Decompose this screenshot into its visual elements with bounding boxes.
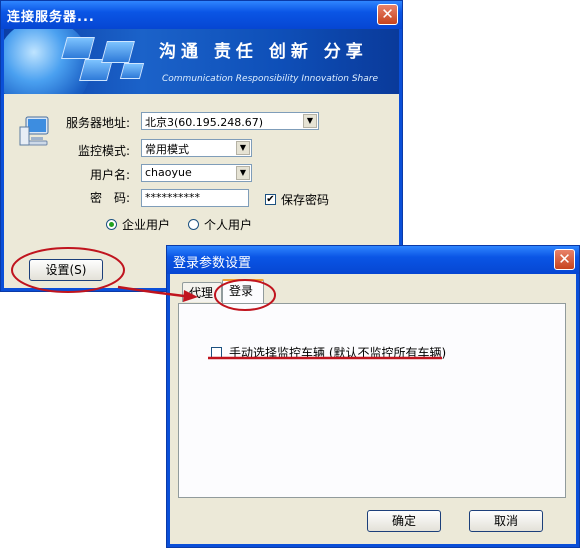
photo-tile-icon [61, 37, 95, 59]
manual-select-vehicles-checkbox[interactable] [211, 347, 222, 358]
banner-slogan: 沟通 责任 创新 分享 [159, 42, 368, 62]
photo-tile-icon [101, 41, 135, 63]
monitor-mode-value: 常用模式 [145, 143, 189, 156]
banner-slogan-en: Communication Responsibility Innovation … [162, 74, 378, 84]
personal-user-label: 个人用户 [204, 218, 253, 232]
login-settings-titlebar[interactable]: 登录参数设置 ✕ [167, 246, 579, 274]
chevron-down-icon[interactable]: ▼ [236, 141, 250, 155]
username-value: chaoyue [145, 166, 192, 179]
chevron-down-icon[interactable]: ▼ [303, 114, 317, 128]
enterprise-user-label: 企业用户 [122, 218, 171, 232]
connect-dialog-title: 连接服务器... [7, 10, 95, 25]
password-field[interactable]: ********** [141, 189, 249, 207]
save-password-checkbox[interactable]: ✔ [265, 194, 276, 205]
login-tab-panel: 手动选择监控车辆 (默认不监控所有车辆) [178, 303, 566, 498]
photo-tile-icon [119, 63, 145, 79]
login-settings-body: 手动选择监控车辆 (默认不监控所有车辆) 代理 登录 确定 取消 [170, 274, 576, 544]
close-icon[interactable]: ✕ [554, 249, 575, 270]
tab-proxy[interactable]: 代理 [182, 282, 222, 302]
server-address-label: 服务器地址: [66, 116, 131, 130]
login-settings-dialog: 登录参数设置 ✕ 手动选择监控车辆 (默认不监控所有车辆) 代理 登录 确定 取… [166, 245, 580, 548]
monitor-mode-label: 监控模式: [78, 144, 131, 158]
chevron-down-icon[interactable]: ▼ [236, 166, 250, 180]
login-settings-title: 登录参数设置 [173, 256, 252, 271]
manual-select-vehicles-label: 手动选择监控车辆 (默认不监控所有车辆) [229, 346, 447, 360]
ok-button[interactable]: 确定 [367, 510, 441, 532]
cancel-button[interactable]: 取消 [469, 510, 543, 532]
monitor-mode-select[interactable]: 常用模式 ▼ [141, 139, 252, 157]
personal-user-radio[interactable] [188, 219, 199, 230]
server-address-value: 北京3(60.195.248.67) [145, 116, 264, 129]
connect-dialog-titlebar[interactable]: 连接服务器... ✕ [1, 1, 402, 29]
close-icon[interactable]: ✕ [377, 4, 398, 25]
password-label: 密 码: [90, 191, 131, 205]
username-select[interactable]: chaoyue ▼ [141, 164, 252, 182]
username-label: 用户名: [90, 168, 131, 182]
tab-login[interactable]: 登录 [222, 279, 264, 303]
enterprise-user-radio[interactable] [106, 219, 117, 230]
computer-icon [19, 116, 49, 146]
save-password-label: 保存密码 [281, 193, 330, 207]
settings-button[interactable]: 设置(S) [29, 259, 103, 281]
server-address-select[interactable]: 北京3(60.195.248.67) ▼ [141, 112, 319, 130]
slogan-banner: 沟通 责任 创新 分享 Communication Responsibility… [4, 29, 399, 94]
